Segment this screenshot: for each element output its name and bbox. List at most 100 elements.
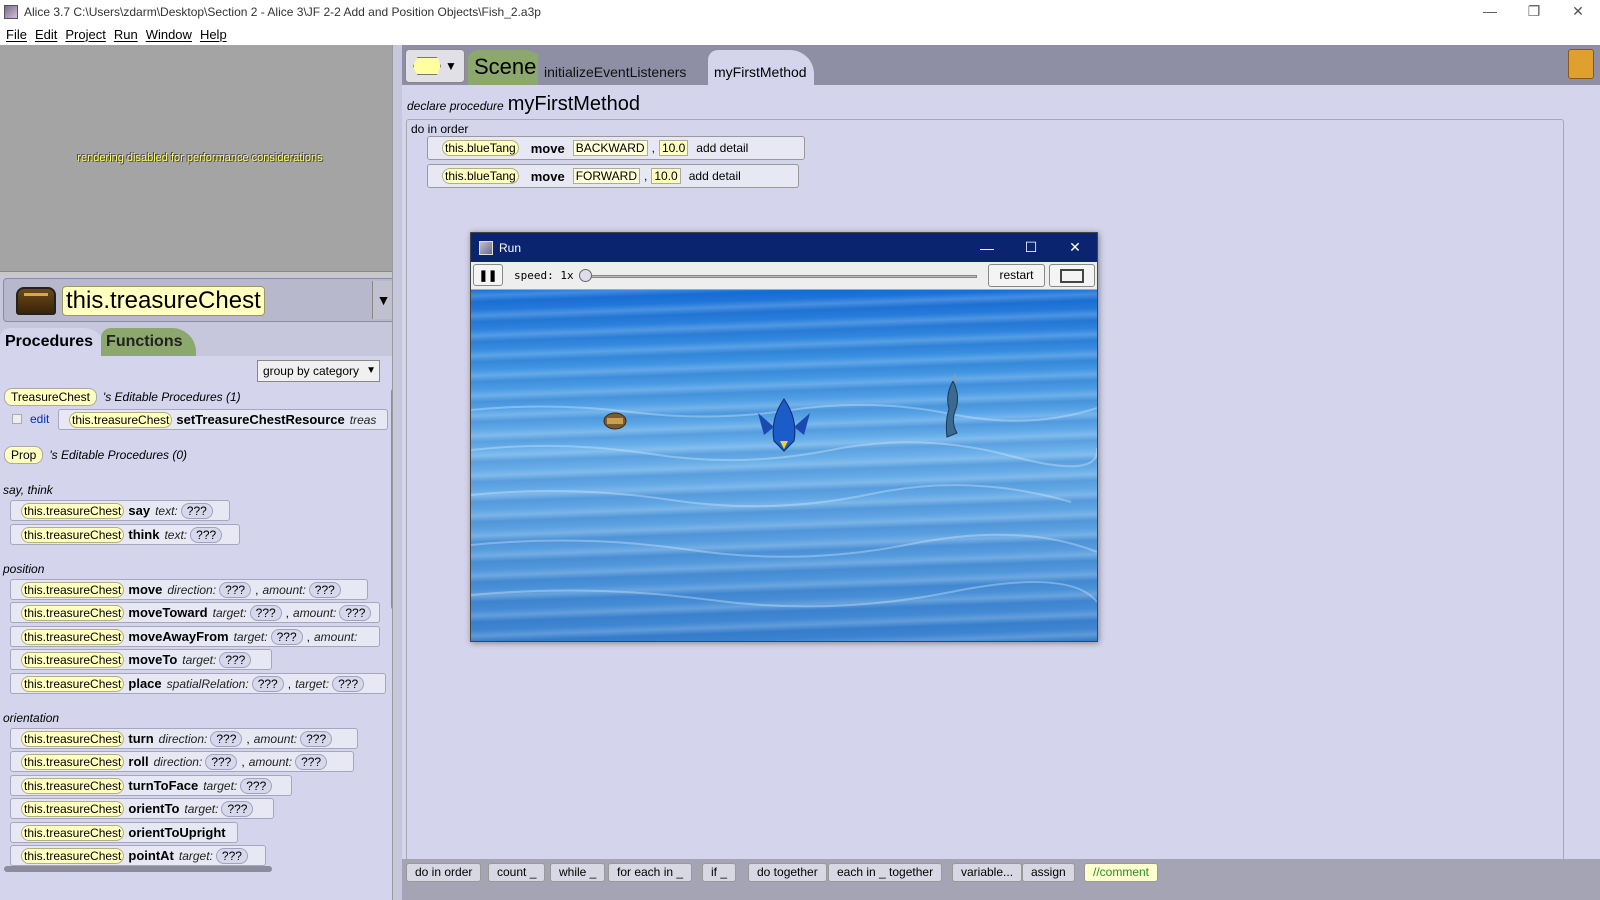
- block-say[interactable]: this.treasureChest say text: ???: [10, 500, 230, 521]
- arg-placeholder[interactable]: ???: [205, 753, 238, 770]
- block-place[interactable]: this.treasureChest place spatialRelation…: [10, 673, 386, 694]
- arg-placeholder[interactable]: ???: [219, 651, 252, 668]
- add-detail-button[interactable]: add detail: [696, 141, 748, 155]
- chevron-down-icon[interactable]: ▼: [372, 281, 394, 319]
- receiver-chip[interactable]: this.treasureChest: [21, 502, 125, 519]
- class-chip-treasurechest[interactable]: TreasureChest: [4, 388, 97, 406]
- receiver-chip[interactable]: this.treasureChest: [21, 604, 125, 621]
- menu-edit[interactable]: Edit: [35, 27, 57, 42]
- receiver-chip[interactable]: this.treasureChest: [21, 730, 125, 747]
- block-orient-to-upright[interactable]: this.treasureChest orientToUpright: [10, 822, 238, 843]
- block-turn[interactable]: this.treasureChest turn direction: ??? ,…: [10, 728, 358, 749]
- menu-run[interactable]: Run: [114, 27, 138, 42]
- block-turn-to-face[interactable]: this.treasureChest turnToFace target: ??…: [10, 775, 292, 796]
- receiver-chip[interactable]: this.treasureChest: [21, 651, 125, 668]
- scene-viewport[interactable]: [471, 290, 1097, 641]
- receiver-chip[interactable]: this.treasureChest: [21, 628, 125, 645]
- arg-placeholder[interactable]: ???: [190, 526, 223, 543]
- receiver-chip[interactable]: this.treasureChest: [21, 675, 125, 692]
- tool-do-in-order[interactable]: do in order: [406, 863, 482, 882]
- edit-link[interactable]: edit: [12, 412, 49, 426]
- receiver-chip[interactable]: this.treasureChest: [21, 800, 125, 817]
- receiver-chip[interactable]: this.blueTang: [442, 168, 519, 184]
- clipboard-icon[interactable]: [1568, 49, 1594, 79]
- tool-each-in-together[interactable]: each in _ together: [828, 863, 943, 882]
- tool-variable[interactable]: variable...: [952, 863, 1023, 882]
- block-roll[interactable]: this.treasureChest roll direction: ??? ,…: [10, 751, 354, 772]
- minimize-button[interactable]: —: [1468, 0, 1512, 22]
- restore-button[interactable]: ❐: [1512, 0, 1556, 22]
- fullscreen-button[interactable]: [1049, 264, 1095, 287]
- speed-slider-thumb[interactable]: [579, 269, 592, 282]
- arg-placeholder[interactable]: ???: [221, 800, 254, 817]
- tab-my-first-method[interactable]: myFirstMethod: [708, 50, 814, 85]
- arg-placeholder[interactable]: ???: [219, 581, 252, 598]
- tool-assign[interactable]: assign: [1022, 863, 1075, 882]
- menu-help[interactable]: Help: [200, 27, 227, 42]
- arg-placeholder[interactable]: ???: [308, 581, 341, 598]
- run-close-button[interactable]: ✕: [1053, 233, 1097, 262]
- block-orient-to[interactable]: this.treasureChest orientTo target: ???: [10, 798, 274, 819]
- arg-placeholder[interactable]: ???: [249, 604, 282, 621]
- tab-scene[interactable]: Scene: [468, 50, 548, 85]
- block-set-treasure-chest-resource[interactable]: this.treasureChest setTreasureChestResou…: [58, 409, 388, 430]
- arg-placeholder[interactable]: ???: [251, 675, 284, 692]
- arg-placeholder[interactable]: ???: [215, 847, 248, 864]
- arg-placeholder[interactable]: ???: [295, 753, 328, 770]
- edit-label[interactable]: edit: [30, 412, 49, 426]
- class-chip-prop[interactable]: Prop: [4, 446, 44, 464]
- block-move-away-from[interactable]: this.treasureChest moveAwayFrom target: …: [10, 626, 380, 647]
- add-detail-button[interactable]: add detail: [689, 169, 741, 183]
- tool-count[interactable]: count _: [488, 863, 546, 882]
- tool-if[interactable]: if _: [702, 863, 737, 882]
- group-by-dropdown[interactable]: group by category: [256, 360, 380, 382]
- statement-move-forward[interactable]: this.blueTang move FORWARD , 10.0 add de…: [427, 164, 799, 188]
- receiver-chip[interactable]: this.treasureChest: [21, 526, 125, 543]
- amount-value[interactable]: 10.0: [651, 168, 681, 184]
- main-splitter[interactable]: [392, 45, 402, 900]
- edit-checkbox[interactable]: [12, 414, 22, 424]
- run-minimize-button[interactable]: —: [965, 233, 1009, 262]
- arg-placeholder[interactable]: ???: [270, 628, 303, 645]
- arg-placeholder[interactable]: ???: [180, 502, 213, 519]
- statement-move-backward[interactable]: this.blueTang move BACKWARD , 10.0 add d…: [427, 136, 805, 160]
- receiver-chip[interactable]: this.treasureChest: [21, 753, 125, 770]
- run-maximize-button[interactable]: ☐: [1009, 233, 1053, 262]
- arg-placeholder[interactable]: ???: [210, 730, 243, 747]
- speed-slider[interactable]: [583, 275, 977, 278]
- receiver-chip[interactable]: this.treasureChest: [69, 411, 173, 428]
- arg-placeholder[interactable]: ???: [332, 675, 365, 692]
- tool-while[interactable]: while _: [550, 863, 606, 882]
- receiver-chip[interactable]: this.blueTang: [442, 140, 519, 156]
- block-move-to[interactable]: this.treasureChest moveTo target: ???: [10, 649, 272, 670]
- menu-project[interactable]: Project: [65, 27, 105, 42]
- back-button[interactable]: ▼: [405, 49, 465, 83]
- amount-value[interactable]: 10.0: [658, 140, 689, 156]
- restart-button[interactable]: restart: [988, 264, 1045, 287]
- receiver-chip[interactable]: this.treasureChest: [21, 824, 125, 841]
- receiver-chip[interactable]: this.treasureChest: [21, 581, 125, 598]
- block-move-toward[interactable]: this.treasureChest moveToward target: ??…: [10, 602, 380, 623]
- block-point-at[interactable]: this.treasureChest pointAt target: ???: [10, 845, 266, 866]
- tool-comment[interactable]: //comment: [1084, 863, 1159, 882]
- object-selector[interactable]: this.treasureChest ▼: [3, 278, 397, 322]
- palette-horizontal-scrollbar[interactable]: [4, 866, 272, 872]
- run-title-bar[interactable]: Run — ☐ ✕: [471, 233, 1097, 262]
- menu-window[interactable]: Window: [146, 27, 192, 42]
- tab-procedures[interactable]: Procedures: [0, 328, 108, 356]
- tab-initialize-event-listeners[interactable]: initializeEventListeners: [538, 50, 708, 85]
- arg-placeholder[interactable]: ???: [339, 604, 372, 621]
- tab-functions[interactable]: Functions: [101, 328, 197, 356]
- direction-value[interactable]: BACKWARD: [572, 140, 648, 156]
- receiver-chip[interactable]: this.treasureChest: [21, 777, 125, 794]
- arg-placeholder[interactable]: ???: [240, 777, 273, 794]
- tool-for-each-in[interactable]: for each in _: [608, 863, 693, 882]
- block-move[interactable]: this.treasureChest move direction: ??? ,…: [10, 579, 368, 600]
- block-think[interactable]: this.treasureChest think text: ???: [10, 524, 240, 545]
- menu-file[interactable]: File: [6, 27, 27, 42]
- pause-button[interactable]: ❚❚: [473, 264, 503, 286]
- receiver-chip[interactable]: this.treasureChest: [21, 847, 125, 864]
- tool-do-together[interactable]: do together: [748, 863, 827, 882]
- close-button[interactable]: ✕: [1556, 0, 1600, 22]
- direction-value[interactable]: FORWARD: [572, 168, 641, 184]
